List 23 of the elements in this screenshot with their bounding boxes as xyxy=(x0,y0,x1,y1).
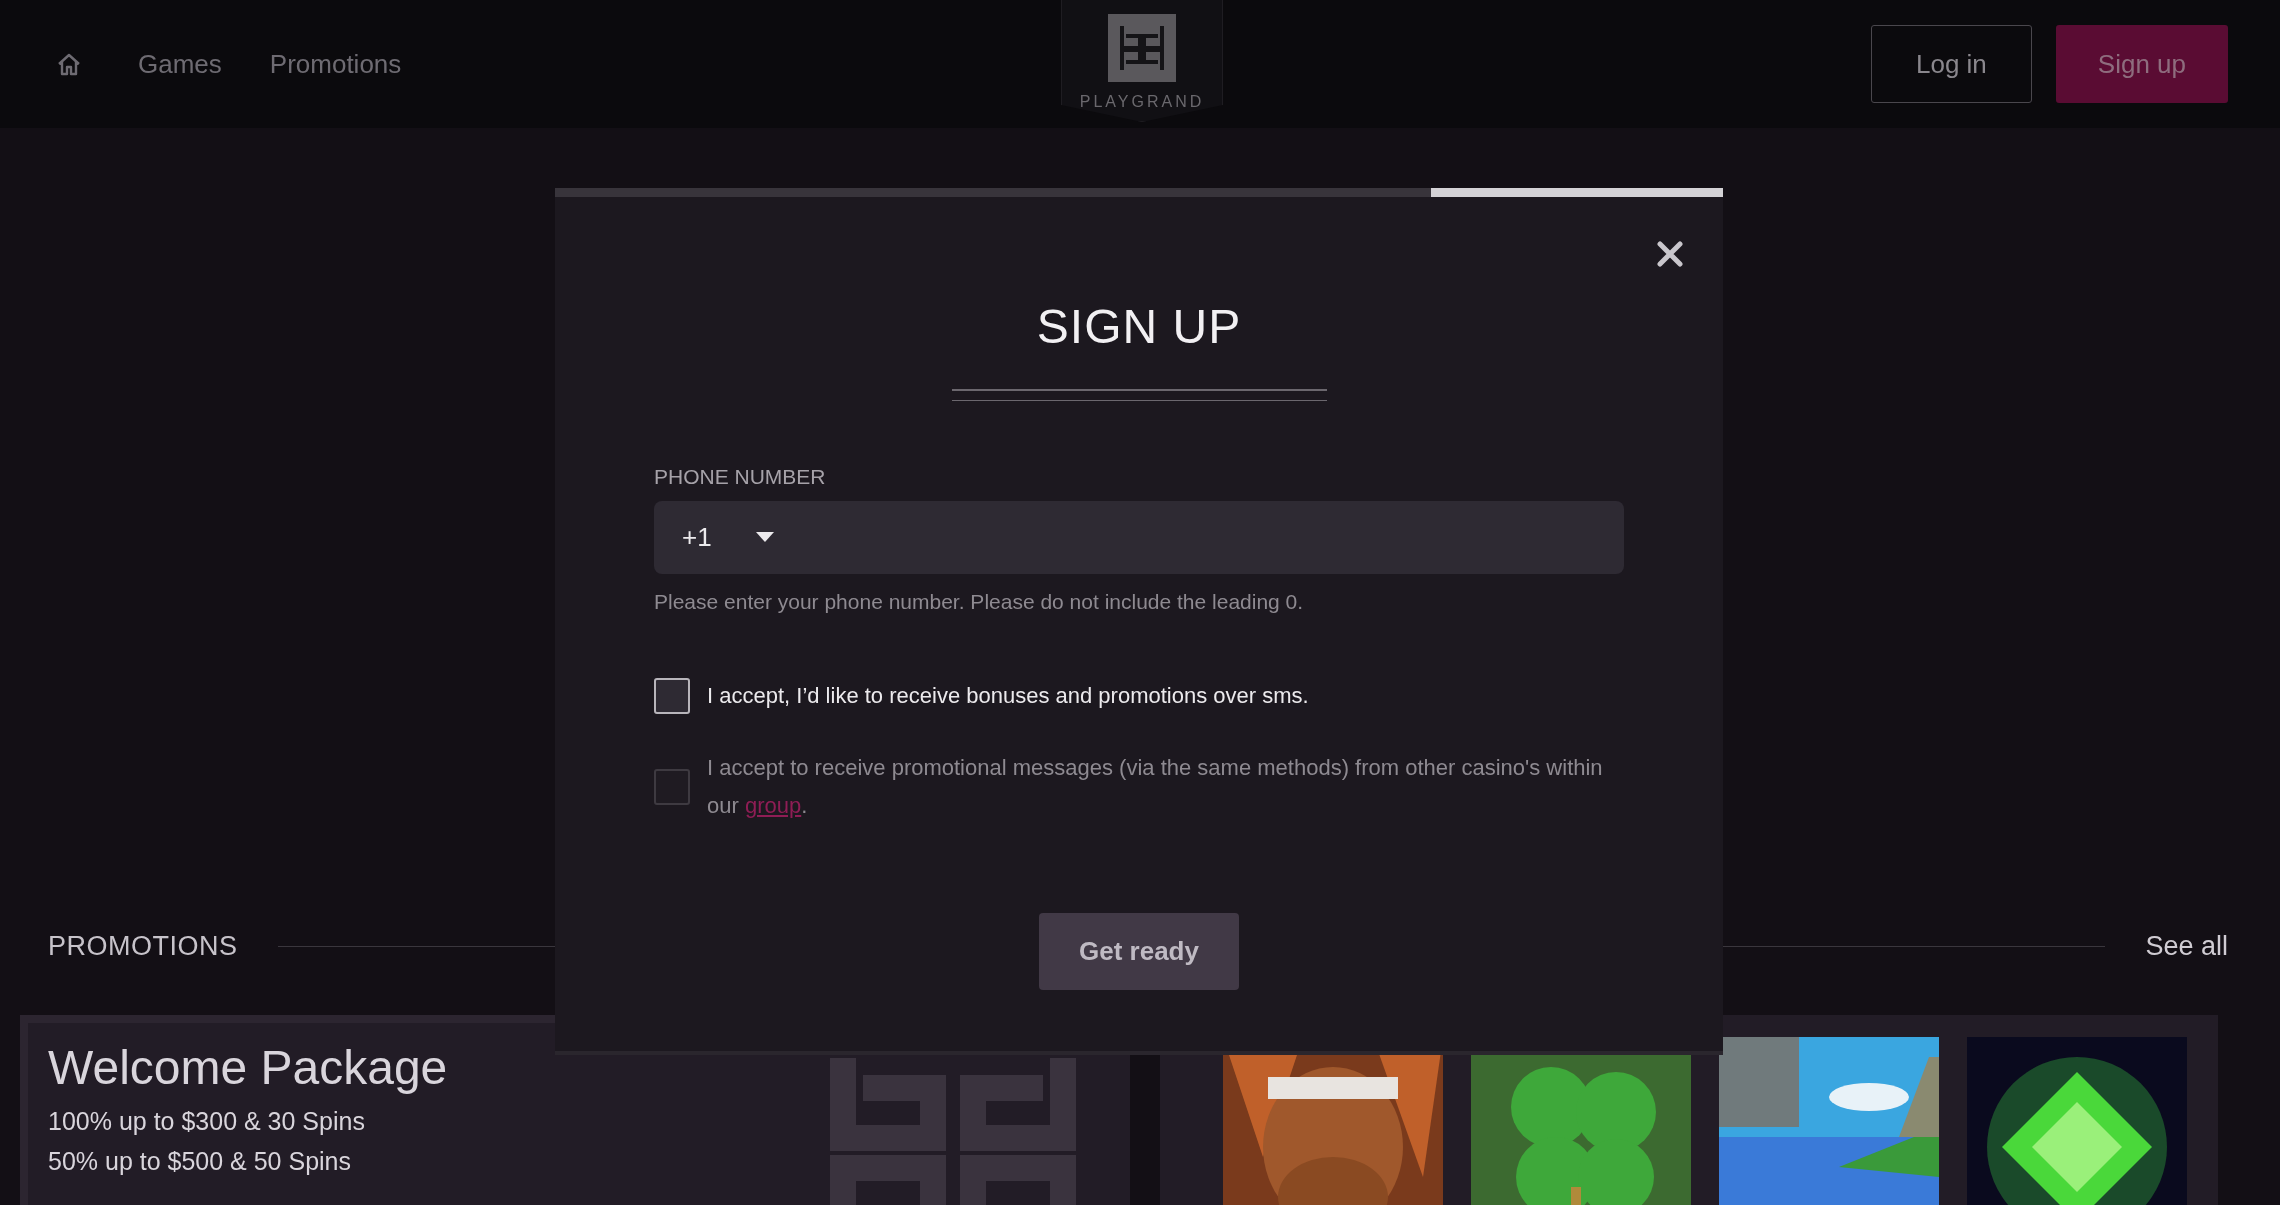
consent-text: I accept, I’d like to receive bonuses and promotions over sms. xyxy=(707,682,1309,710)
promo-title: Welcome Package xyxy=(48,1040,449,1096)
section-title: PROMOTIONS xyxy=(48,929,238,963)
close-button[interactable] xyxy=(1655,239,1685,269)
caret-icon xyxy=(755,532,774,542)
modal-title: SIGN UP xyxy=(1036,299,1242,355)
phone-input-field[interactable]: +1 xyxy=(654,500,1624,574)
field-label: PHONE NUMBER xyxy=(654,464,827,490)
checkbox[interactable] xyxy=(654,678,690,714)
see-all-link[interactable]: See all xyxy=(2145,925,2228,967)
login-button[interactable]: Log in xyxy=(1870,25,2032,103)
promo-line: 100% up to $300 & 30 Spins xyxy=(48,1106,366,1137)
nav-link[interactable]: Promotions xyxy=(269,44,402,84)
logo-icon xyxy=(1108,14,1176,82)
logo-text: PLAYGRAND xyxy=(1079,92,1205,112)
consent-text: I accept to receive promotional messages (via the same methods) from other casino's within our group. xyxy=(707,754,1604,820)
country-code-dropdown[interactable]: +1 xyxy=(682,517,712,557)
promo-line: 50% up to $500 & 50 Spins xyxy=(48,1146,352,1177)
help-text: Please enter your phone number. Please do not include the leading 0. xyxy=(654,588,1305,615)
submit-button[interactable]: Get ready xyxy=(1039,913,1239,990)
home-icon[interactable] xyxy=(56,52,82,76)
signup-button[interactable]: Sign up xyxy=(2055,25,2228,103)
nav-link[interactable]: Games xyxy=(138,44,222,84)
